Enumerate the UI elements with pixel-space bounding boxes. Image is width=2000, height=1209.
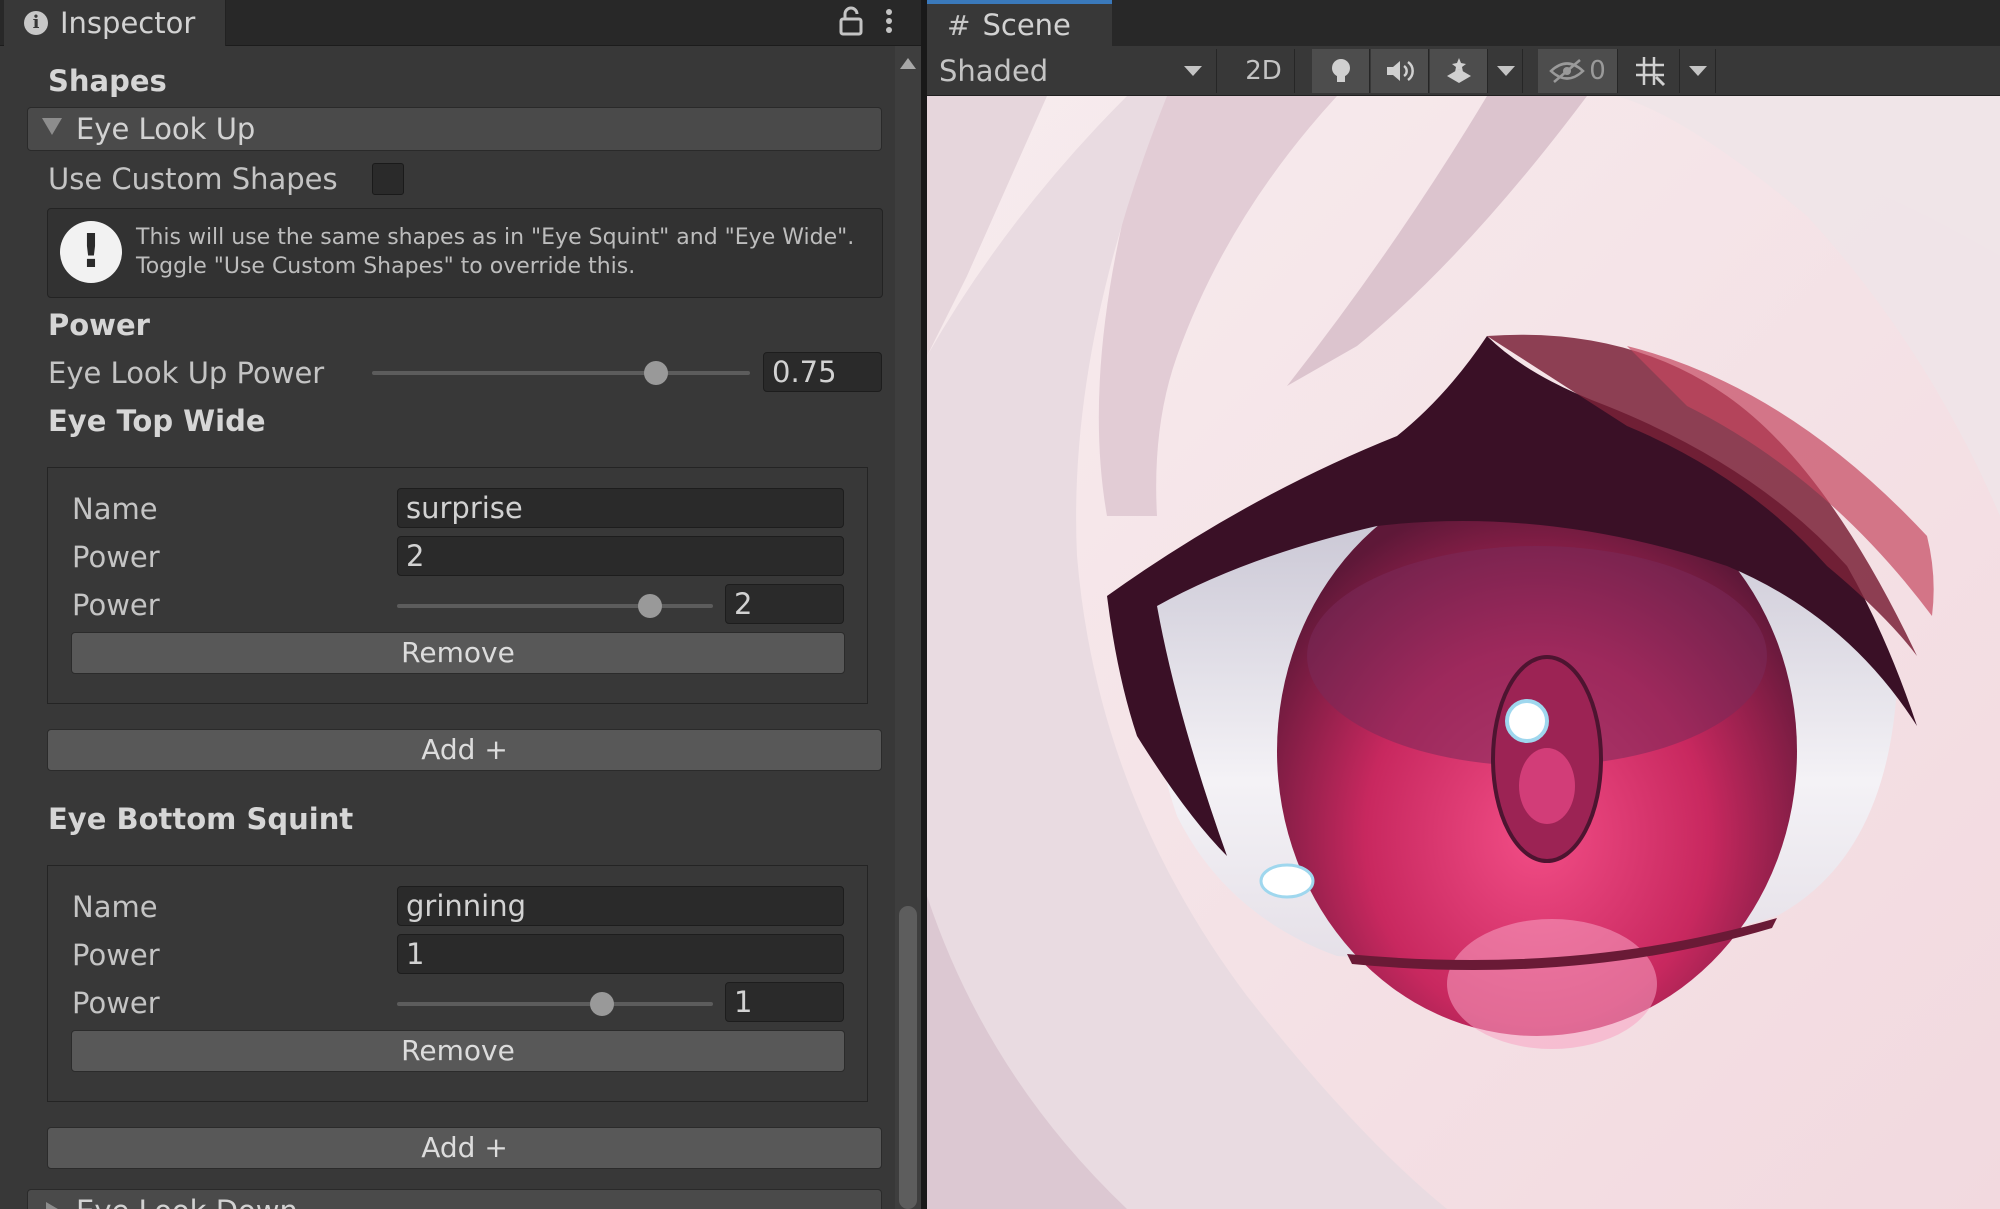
effects-dropdown[interactable] bbox=[1489, 49, 1523, 93]
foldout-eye-look-up[interactable]: Eye Look Up bbox=[27, 107, 882, 151]
eye-bottom-squint-power-slider[interactable] bbox=[397, 1002, 713, 1006]
scene-panel: # Scene Shaded 2D 0 bbox=[927, 0, 2000, 1209]
chevron-down-icon bbox=[1184, 66, 1202, 76]
tab-scene[interactable]: # Scene bbox=[927, 0, 1112, 46]
scene-viewport[interactable] bbox=[927, 96, 2000, 1209]
eye-top-wide-group: Name surprise Power 2 Power 2 Remove bbox=[47, 467, 868, 704]
grid-toggle[interactable] bbox=[1620, 49, 1680, 93]
eye-bottom-squint-title: Eye Bottom Squint bbox=[48, 802, 354, 836]
foldout-eye-look-down-label: Eye Look Down bbox=[76, 1194, 298, 1209]
inspector-content: Shapes Eye Look Up Use Custom Shapes ! T… bbox=[0, 46, 921, 1209]
grid-icon bbox=[1635, 57, 1665, 87]
tab-inspector-label: Inspector bbox=[60, 6, 196, 40]
lighting-icon bbox=[1331, 59, 1350, 82]
eye-top-wide-power-slider-handle[interactable] bbox=[637, 594, 662, 618]
section-title-shapes: Shapes bbox=[48, 64, 167, 98]
tab-inspector[interactable]: i Inspector bbox=[4, 0, 226, 46]
eye-look-up-power-slider-handle[interactable] bbox=[643, 361, 668, 385]
eye-look-up-power-field[interactable]: 0.75 bbox=[763, 352, 882, 392]
hidden-count: 0 bbox=[1589, 56, 1606, 86]
eye-bottom-squint-name-field[interactable]: grinning bbox=[397, 886, 844, 926]
foldout-eye-look-down[interactable]: Eye Look Down bbox=[27, 1189, 882, 1209]
use-custom-shapes-label: Use Custom Shapes bbox=[48, 162, 338, 196]
eye-bottom-squint-add-button[interactable]: Add + bbox=[47, 1127, 882, 1169]
inspector-tab-bar: i Inspector bbox=[0, 0, 921, 46]
grid-dropdown[interactable] bbox=[1680, 49, 1716, 93]
eye-top-wide-add-button[interactable]: Add + bbox=[47, 729, 882, 771]
eye-top-wide-power-slider-label: Power bbox=[72, 588, 160, 622]
lighting-toggle[interactable] bbox=[1312, 49, 1370, 93]
inspector-panel: i Inspector Shapes Eye Look Up Use Custo… bbox=[0, 0, 921, 1209]
toggle-2d-button[interactable]: 2D bbox=[1233, 49, 1295, 93]
scene-toolbar: Shaded 2D 0 bbox=[927, 46, 2000, 96]
foldout-expanded-icon bbox=[42, 118, 62, 135]
eye-bottom-squint-power-field[interactable]: 1 bbox=[397, 934, 844, 974]
eye-top-wide-title: Eye Top Wide bbox=[48, 404, 266, 438]
use-custom-shapes-checkbox[interactable] bbox=[372, 163, 404, 195]
eye-bottom-squint-group: Name grinning Power 1 Power 1 Remove bbox=[47, 865, 868, 1102]
warning-icon: ! bbox=[60, 221, 122, 283]
visibility-icon bbox=[1549, 59, 1586, 83]
tab-scene-label: Scene bbox=[982, 8, 1071, 42]
audio-icon bbox=[1386, 60, 1414, 82]
help-text-line2: Toggle "Use Custom Shapes" to override t… bbox=[136, 254, 636, 279]
audio-toggle[interactable] bbox=[1371, 49, 1429, 93]
eye-top-wide-name-label: Name bbox=[72, 492, 158, 526]
chevron-down-icon bbox=[1688, 66, 1707, 76]
eye-top-wide-power-field[interactable]: 2 bbox=[397, 536, 844, 576]
eye-top-wide-remove-button[interactable]: Remove bbox=[71, 632, 845, 674]
eye-bottom-squint-name-label: Name bbox=[72, 890, 158, 924]
eye-bottom-squint-power-slider-label: Power bbox=[72, 986, 160, 1020]
lock-icon[interactable] bbox=[838, 6, 864, 43]
eye-top-wide-power-label: Power bbox=[72, 540, 160, 574]
effects-toggle[interactable] bbox=[1430, 49, 1488, 93]
foldout-collapsed-icon bbox=[46, 1202, 63, 1209]
scene-visibility-toggle[interactable]: 0 bbox=[1538, 49, 1618, 93]
help-box: ! This will use the same shapes as in "E… bbox=[47, 208, 883, 298]
eye-top-wide-power-slider[interactable] bbox=[397, 604, 713, 608]
eye-bottom-squint-power-label: Power bbox=[72, 938, 160, 972]
eye-bottom-squint-power-slider-field[interactable]: 1 bbox=[725, 982, 844, 1022]
effects-icon bbox=[1446, 58, 1471, 83]
eye-look-up-power-slider[interactable] bbox=[372, 371, 750, 375]
shading-mode-dropdown[interactable]: Shaded bbox=[927, 49, 1217, 93]
chevron-down-icon bbox=[1496, 66, 1515, 76]
help-text-line1: This will use the same shapes as in "Eye… bbox=[136, 225, 855, 250]
scrollbar-thumb[interactable] bbox=[899, 906, 917, 1209]
eye-bottom-squint-remove-button[interactable]: Remove bbox=[71, 1030, 845, 1072]
info-icon: i bbox=[24, 11, 48, 35]
eye-bottom-squint-power-slider-handle[interactable] bbox=[590, 992, 615, 1016]
inspector-scrollbar[interactable] bbox=[895, 46, 921, 1209]
eye-look-up-power-label: Eye Look Up Power bbox=[48, 356, 325, 390]
eye-top-wide-name-field[interactable]: surprise bbox=[397, 488, 844, 528]
more-options-icon[interactable] bbox=[884, 6, 894, 43]
power-header: Power bbox=[48, 308, 150, 342]
help-text: This will use the same shapes as in "Eye… bbox=[136, 223, 854, 281]
scene-grid-icon: # bbox=[947, 8, 971, 42]
scroll-up-arrow-icon[interactable] bbox=[900, 58, 916, 69]
toggle-2d-label: 2D bbox=[1245, 56, 1282, 86]
eye-top-wide-power-slider-field[interactable]: 2 bbox=[725, 584, 844, 624]
shading-mode-label: Shaded bbox=[939, 54, 1049, 88]
character-eye-render bbox=[927, 96, 2000, 1209]
foldout-eye-look-up-label: Eye Look Up bbox=[76, 112, 256, 146]
